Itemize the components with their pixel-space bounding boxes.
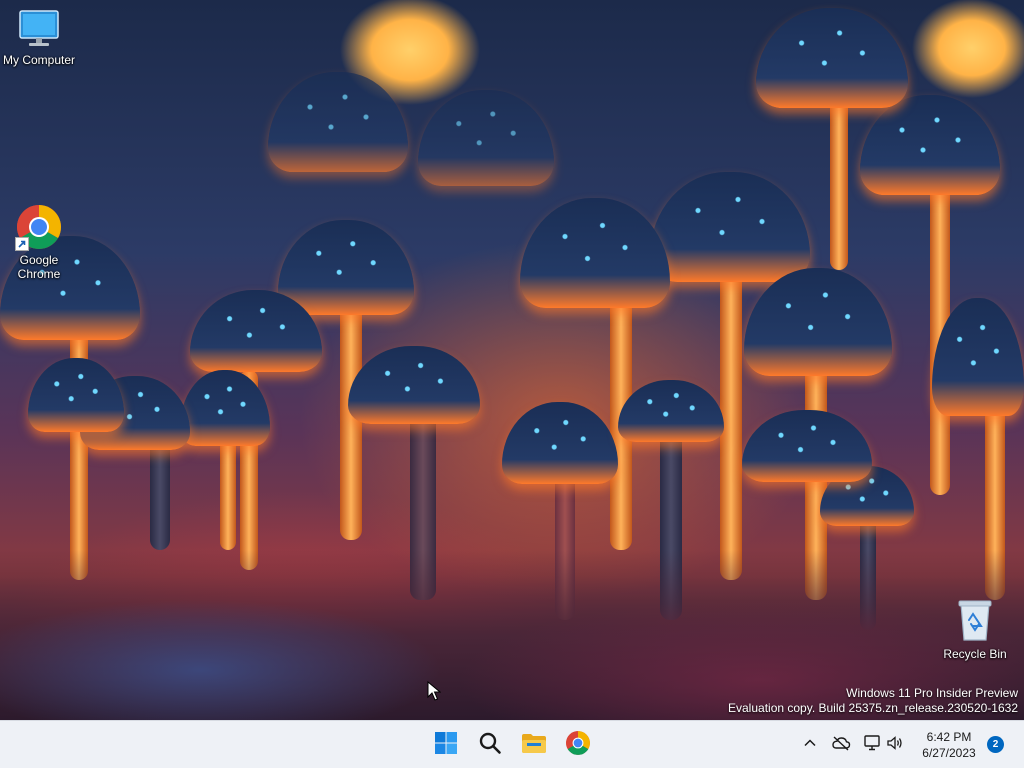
onedrive-status-button[interactable] — [830, 734, 852, 756]
monitor-icon — [0, 8, 79, 51]
desktop-icon-my-computer[interactable]: My Computer — [0, 8, 79, 67]
search-icon — [478, 731, 502, 760]
clock-date: 6/27/2023 — [922, 746, 976, 760]
network-button[interactable] — [861, 734, 883, 756]
mouse-cursor-icon — [427, 680, 442, 706]
chrome-icon — [565, 730, 591, 761]
chevron-up-icon — [803, 736, 817, 755]
watermark-edition: Windows 11 Pro Insider Preview — [846, 686, 1018, 700]
show-hidden-icons-button[interactable] — [799, 734, 821, 756]
recycle-bin-icon — [935, 598, 1015, 645]
desktop-icon-google-chrome[interactable]: Google Chrome — [0, 203, 79, 281]
taskbar: 6:42 PM 6/27/2023 2 — [0, 720, 1024, 768]
watermark-build: Evaluation copy. Build 25375.zn_release.… — [728, 701, 1018, 715]
network-icon — [863, 734, 881, 757]
desktop-wallpaper: My Computer Google Chrome Recycle Bin Wi… — [0, 0, 1024, 720]
folder-icon — [521, 732, 547, 759]
desktop-icon-recycle-bin[interactable]: Recycle Bin — [935, 598, 1015, 661]
taskbar-clock[interactable]: 6:42 PM 6/27/2023 — [912, 729, 986, 761]
file-explorer-button[interactable] — [516, 729, 552, 761]
desktop-icon-label: My Computer — [2, 53, 76, 67]
cloud-offline-icon — [831, 735, 851, 756]
volume-button[interactable] — [884, 734, 906, 756]
notification-badge[interactable]: 2 — [987, 736, 1004, 753]
desktop-icon-label: Google Chrome — [17, 253, 61, 281]
search-button[interactable] — [472, 729, 508, 761]
clock-time: 6:42 PM — [926, 730, 972, 744]
windows-evaluation-watermark: Windows 11 Pro Insider Preview Evaluatio… — [728, 686, 1018, 716]
chrome-taskbar-button[interactable] — [560, 729, 596, 761]
start-button[interactable] — [428, 729, 464, 761]
desktop-icon-label: Recycle Bin — [943, 647, 1007, 661]
chrome-icon — [15, 203, 63, 251]
speaker-icon — [886, 734, 904, 757]
shortcut-arrow-icon — [15, 237, 29, 251]
windows-start-icon — [434, 731, 458, 760]
